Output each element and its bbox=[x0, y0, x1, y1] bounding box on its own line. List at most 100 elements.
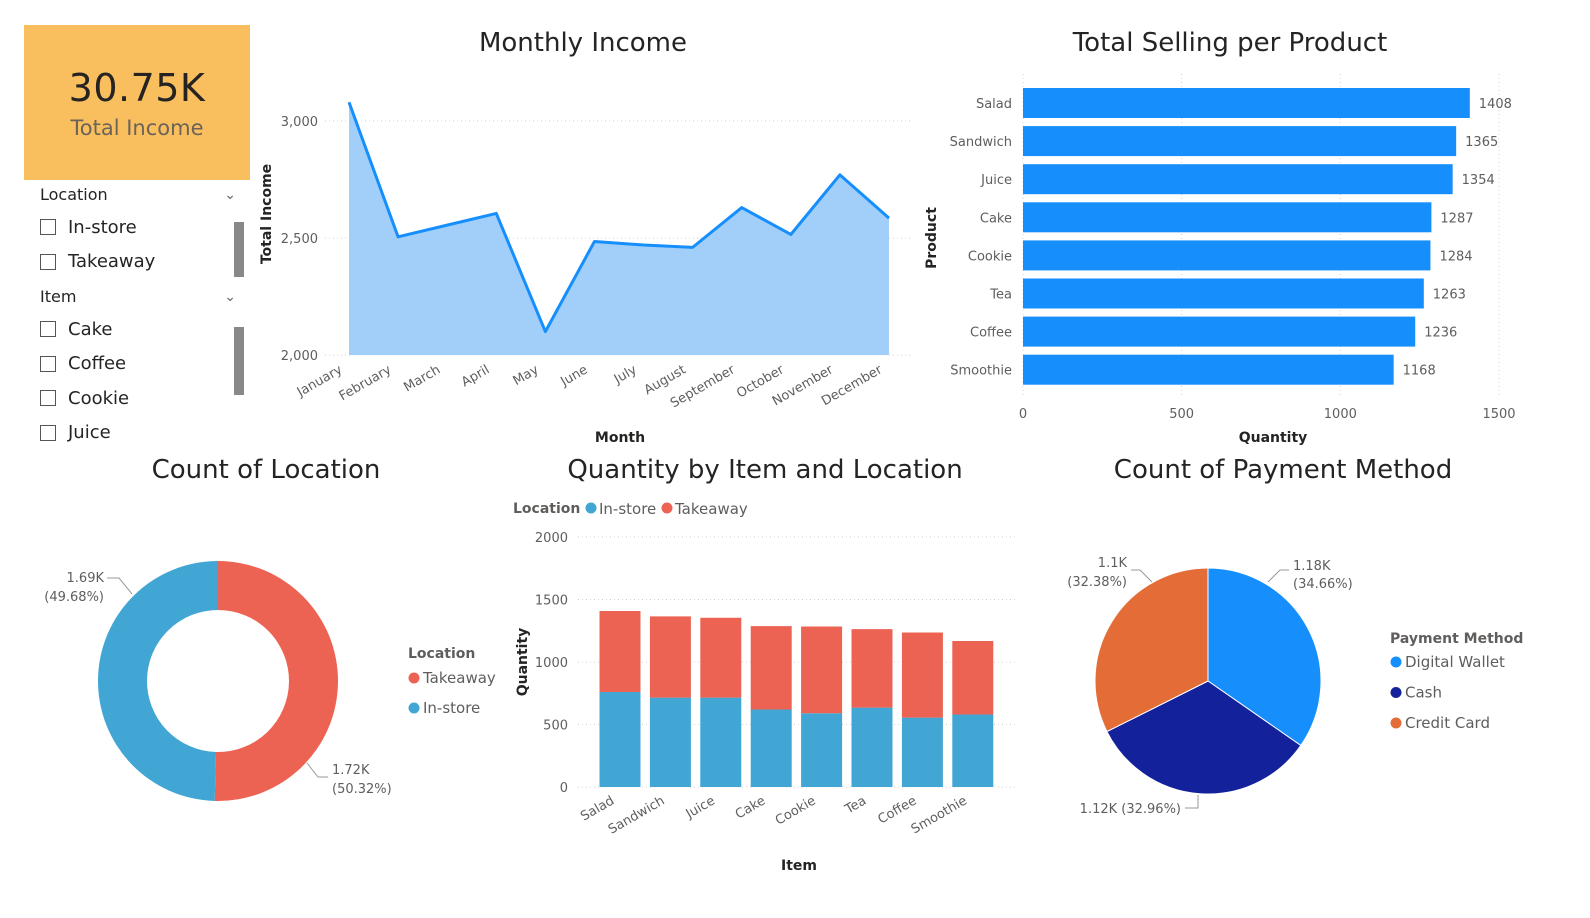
data-label: 1284 bbox=[1439, 249, 1472, 264]
bar-segment bbox=[901, 632, 943, 718]
chart-title: Monthly Income bbox=[479, 28, 687, 58]
x-tick-label: Tea bbox=[842, 793, 869, 817]
y-tick-label: 3,000 bbox=[281, 115, 318, 130]
bar bbox=[1023, 354, 1394, 385]
legend-label: In-store bbox=[423, 699, 480, 717]
data-label: 1354 bbox=[1462, 173, 1495, 188]
chart-title: Count of Location bbox=[152, 455, 381, 485]
data-label: 1263 bbox=[1433, 288, 1466, 303]
data-label: (49.68%) bbox=[44, 590, 104, 605]
x-tick-label: May bbox=[511, 362, 542, 389]
x-tick-label: 1000 bbox=[1324, 407, 1357, 422]
x-axis-title: Item bbox=[781, 858, 817, 874]
bar bbox=[1023, 126, 1457, 157]
x-tick-label: Sandwich bbox=[606, 793, 667, 837]
leader-line bbox=[1267, 569, 1289, 583]
leader-line bbox=[107, 577, 133, 595]
y-ticks: 2,000 2,500 3,000 bbox=[281, 115, 318, 364]
bar-segment bbox=[649, 616, 691, 698]
monthly-income-chart: Monthly Income Total Income Month 2,0002… bbox=[259, 28, 910, 446]
legend-title: Location bbox=[513, 501, 580, 517]
x-tick-label: Cookie bbox=[773, 793, 819, 828]
bars bbox=[1023, 88, 1470, 385]
bar-segment bbox=[801, 713, 843, 787]
y-axis-title: Quantity bbox=[515, 628, 531, 697]
y-tick-label: 2,500 bbox=[281, 232, 318, 247]
legend: Takeaway In-store bbox=[408, 669, 496, 717]
x-axis-title: Quantity bbox=[1239, 430, 1308, 446]
legend-marker bbox=[1390, 656, 1402, 668]
legend-label: Takeaway bbox=[674, 500, 748, 518]
y-tick-label: 2,000 bbox=[281, 349, 318, 364]
data-label: 1168 bbox=[1403, 364, 1436, 379]
y-tick-label: Sandwich bbox=[950, 135, 1012, 150]
data-label: 1408 bbox=[1479, 97, 1512, 112]
y-tick-label: Salad bbox=[976, 97, 1012, 112]
quantity-by-item-chart: Quantity by Item and Location Location I… bbox=[513, 455, 1015, 874]
legend-label: In-store bbox=[599, 500, 656, 518]
legend: In-store Takeaway bbox=[585, 500, 748, 518]
legend-marker bbox=[585, 502, 597, 514]
bar bbox=[1023, 240, 1431, 271]
bar bbox=[1023, 278, 1424, 309]
data-label: 1.69K bbox=[67, 571, 105, 586]
data-label: (50.32%) bbox=[332, 782, 392, 797]
bar-segment bbox=[750, 709, 792, 787]
data-label: 1287 bbox=[1440, 211, 1473, 226]
y-tick-label: 1500 bbox=[535, 594, 568, 609]
x-tick-label: Cake bbox=[733, 793, 768, 822]
bar-segment bbox=[700, 617, 742, 698]
chart-title: Count of Payment Method bbox=[1114, 455, 1452, 485]
bar-segment bbox=[851, 707, 893, 787]
legend-label: Takeaway bbox=[422, 669, 496, 687]
x-tick-label: July bbox=[611, 362, 640, 387]
data-label: 1236 bbox=[1424, 326, 1457, 341]
bar-segment bbox=[851, 629, 893, 708]
y-tick-label: 0 bbox=[560, 781, 568, 796]
legend-label: Credit Card bbox=[1405, 714, 1490, 732]
x-tick-label: March bbox=[401, 362, 443, 395]
legend-title: Location bbox=[408, 646, 475, 662]
bar bbox=[1023, 316, 1416, 347]
bar-segment bbox=[952, 641, 994, 715]
bar-segment bbox=[750, 626, 792, 710]
y-tick-label: 500 bbox=[543, 719, 568, 734]
legend-label: Cash bbox=[1405, 684, 1442, 702]
bar bbox=[1023, 202, 1432, 233]
data-label: 1.12K (32.96%) bbox=[1080, 802, 1181, 817]
y-tick-label: Cookie bbox=[968, 249, 1012, 264]
x-tick-label: January bbox=[294, 362, 345, 400]
bar-segment bbox=[599, 692, 641, 787]
data-label: 1.1K bbox=[1098, 556, 1128, 571]
bar-segment bbox=[901, 717, 943, 787]
y-tick-label: 1000 bbox=[535, 656, 568, 671]
data-label: 1.18K bbox=[1293, 559, 1331, 574]
grid bbox=[578, 536, 1015, 788]
y-tick-label: Cake bbox=[980, 211, 1012, 226]
x-ticks: JanuaryFebruary March April May June July Augu… bbox=[294, 362, 886, 411]
bar-segment bbox=[700, 697, 742, 787]
x-tick-label: Juice bbox=[683, 793, 718, 822]
x-tick-label: February bbox=[337, 362, 395, 404]
data-label: 1365 bbox=[1465, 135, 1498, 150]
legend-marker bbox=[408, 672, 420, 684]
charts-canvas: Monthly Income Total Income Month 2,0002… bbox=[44, 28, 1523, 874]
legend: Digital Wallet Cash Credit Card bbox=[1390, 653, 1505, 732]
legend-marker bbox=[1390, 717, 1402, 729]
chart-title: Quantity by Item and Location bbox=[567, 455, 962, 485]
legend-label: Digital Wallet bbox=[1405, 653, 1505, 671]
leader-line bbox=[1131, 569, 1153, 583]
count-of-location-chart: Count of Location 1.72K (50.32%) 1.69K (49.… bbox=[44, 455, 496, 801]
total-selling-chart: Total Selling per Product Product Quanti… bbox=[924, 28, 1516, 446]
y-tick-label: Juice bbox=[980, 173, 1012, 188]
data-label: (32.38%) bbox=[1067, 575, 1127, 590]
x-tick-label: 0 bbox=[1019, 407, 1027, 422]
bar-segment bbox=[649, 697, 691, 787]
x-tick-label: 500 bbox=[1169, 407, 1194, 422]
chart-title: Total Selling per Product bbox=[1072, 28, 1388, 58]
y-tick-label: Tea bbox=[989, 288, 1012, 303]
legend-marker bbox=[1390, 687, 1402, 698]
donut-slice bbox=[214, 561, 338, 801]
y-tick-label: Coffee bbox=[970, 326, 1012, 341]
legend-title: Payment Method bbox=[1390, 631, 1523, 647]
